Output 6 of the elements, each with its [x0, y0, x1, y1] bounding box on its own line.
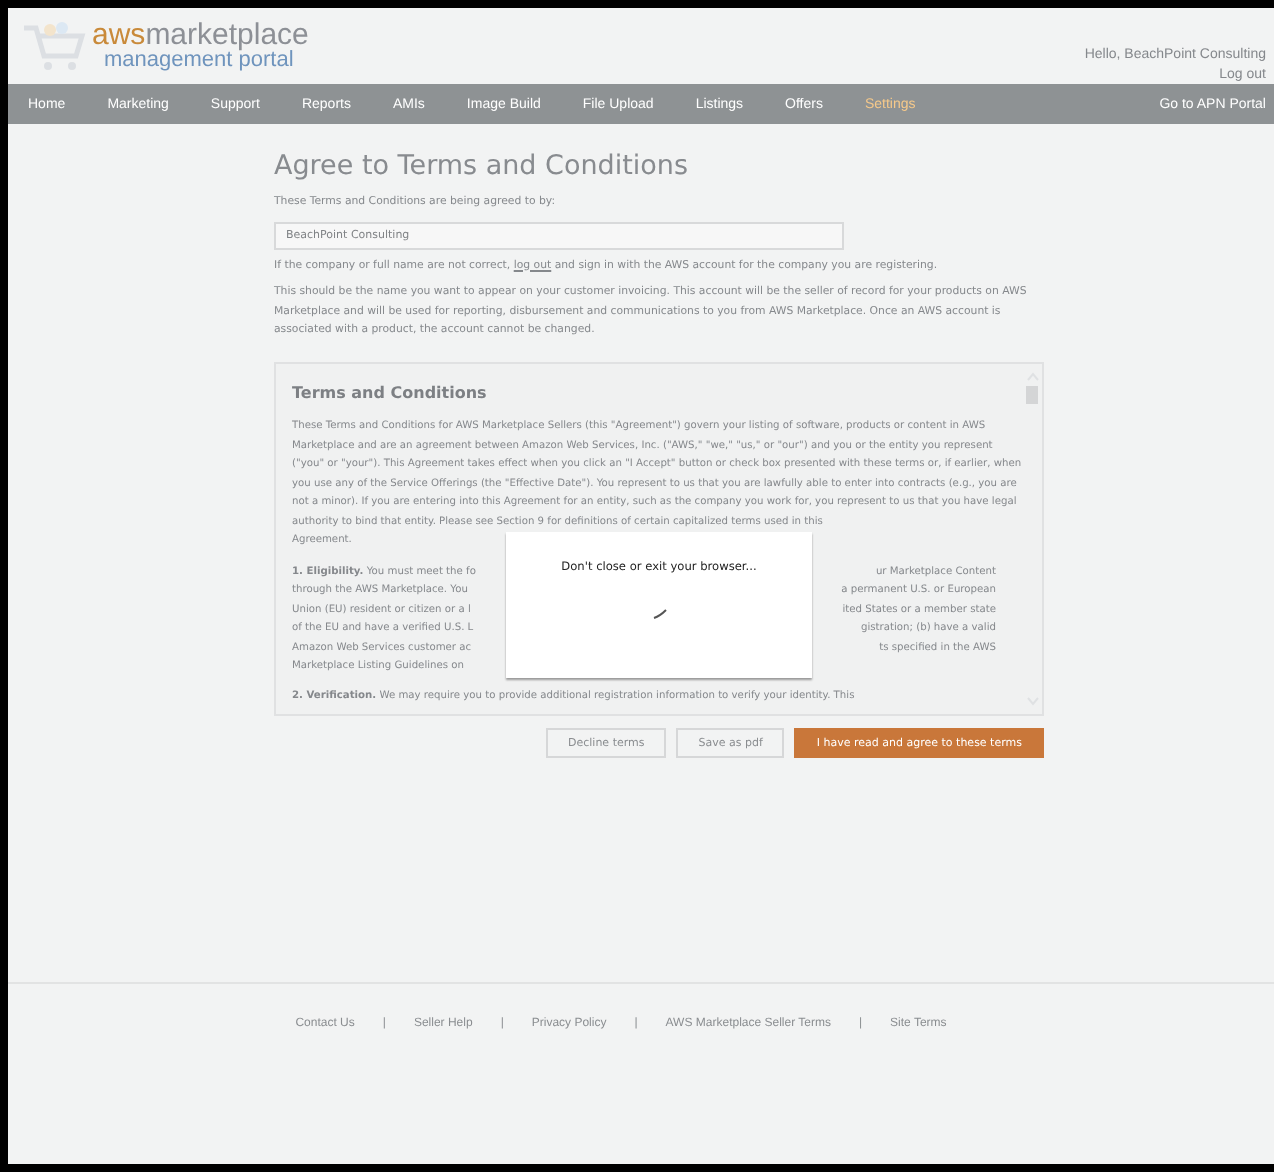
- logo: awsmarketplace management portal: [20, 20, 309, 76]
- terms-heading: Terms and Conditions: [292, 383, 489, 402]
- page-title: Agree to Terms and Conditions: [274, 150, 690, 182]
- spinner-icon: [651, 607, 667, 619]
- cart-icon: [20, 20, 88, 72]
- scroll-thumb[interactable]: [1026, 385, 1038, 403]
